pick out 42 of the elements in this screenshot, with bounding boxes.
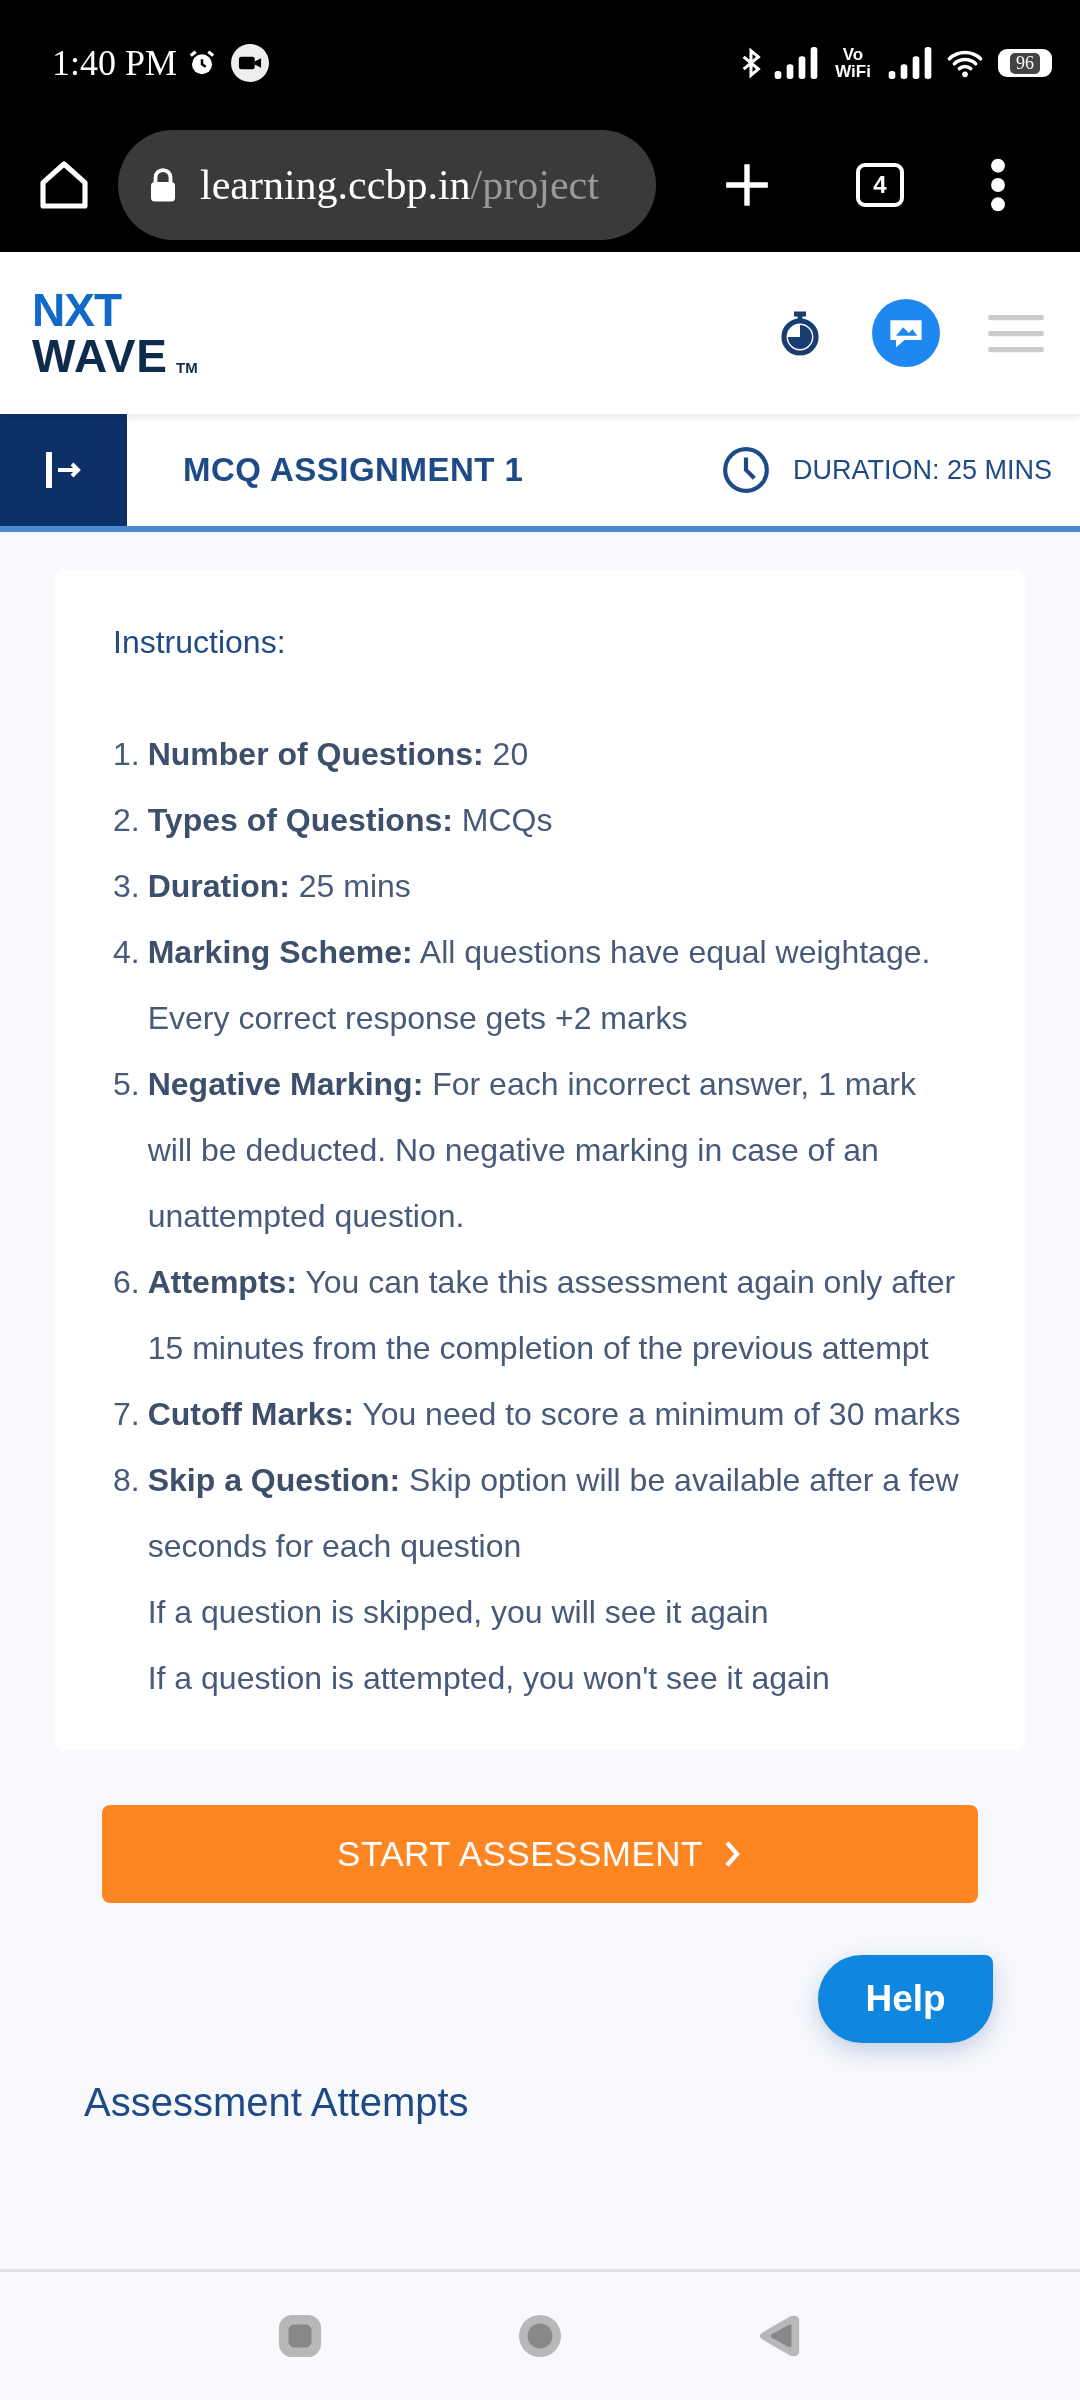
address-bar[interactable]: learning.ccbp.in/project	[118, 130, 656, 240]
instruction-text: Duration: 25 mins	[147, 867, 411, 906]
section-heading: Assessment Attempts	[84, 2079, 470, 2125]
lock-icon	[148, 167, 178, 203]
tab-count-button[interactable]: 4	[856, 163, 904, 207]
help-button[interactable]: Help	[818, 1955, 993, 2043]
list-number: 8.	[113, 1461, 140, 1500]
status-time: 1:40 PM	[52, 42, 178, 84]
video-call-icon	[231, 44, 270, 82]
assignment-title: MCQ ASSIGNMENT 1	[183, 451, 524, 489]
instruction-text: Attempts: You can take this assessment again only after 15 minutes from the completion of the previous attempt	[147, 1263, 957, 1368]
instruction-text: Negative Marking: For each incorrect answer, 1 mark will be deducted. No negative marking in case of an unattempted question.	[147, 1065, 917, 1236]
logo-text: WAVE	[32, 333, 169, 379]
home-button-icon[interactable]	[517, 2313, 563, 2359]
list-number: 3.	[113, 867, 140, 906]
list-number: 5.	[113, 1065, 140, 1104]
instruction-text: Types of Questions: MCQs	[147, 801, 553, 840]
bluetooth-icon	[740, 47, 762, 79]
vowifi-label: Vo WiFi	[834, 46, 872, 80]
list-number: 7.	[113, 1395, 140, 1434]
duration-label: DURATION: 25 MINS	[792, 454, 1052, 486]
battery-icon: 96	[998, 49, 1052, 77]
recent-apps-icon[interactable]	[277, 2313, 323, 2359]
more-options-icon[interactable]	[990, 158, 1006, 212]
sidebar-toggle-button[interactable]	[0, 414, 127, 526]
signal-icon	[774, 47, 818, 79]
logo-text: NXT	[32, 287, 123, 333]
list-number: 2.	[113, 801, 140, 840]
list-number: 6.	[113, 1263, 140, 1302]
instruction-text: Number of Questions: 20	[147, 735, 529, 774]
trademark-mark: TM	[176, 360, 198, 375]
instruction-text: Marking Scheme: All questions have equal weightage. Every correct response gets +2 marks	[147, 933, 932, 1038]
instruction-text: If a question is attempted, you won't see it again	[147, 1659, 831, 1698]
instruction-text: Skip a Question: Skip option will be available after a few seconds for each question	[147, 1461, 960, 1566]
list-number: 1.	[113, 735, 140, 774]
signal-icon	[888, 47, 932, 79]
instruction-text: Cutoff Marks: You need to score a minimum of 30 marks	[147, 1395, 961, 1434]
instructions-heading: Instructions:	[113, 624, 287, 661]
chat-bubble-icon[interactable]	[872, 299, 940, 367]
clock-icon	[720, 445, 771, 495]
list-number: 4.	[113, 933, 140, 972]
instruction-text: If a question is skipped, you will see it again	[147, 1593, 770, 1632]
